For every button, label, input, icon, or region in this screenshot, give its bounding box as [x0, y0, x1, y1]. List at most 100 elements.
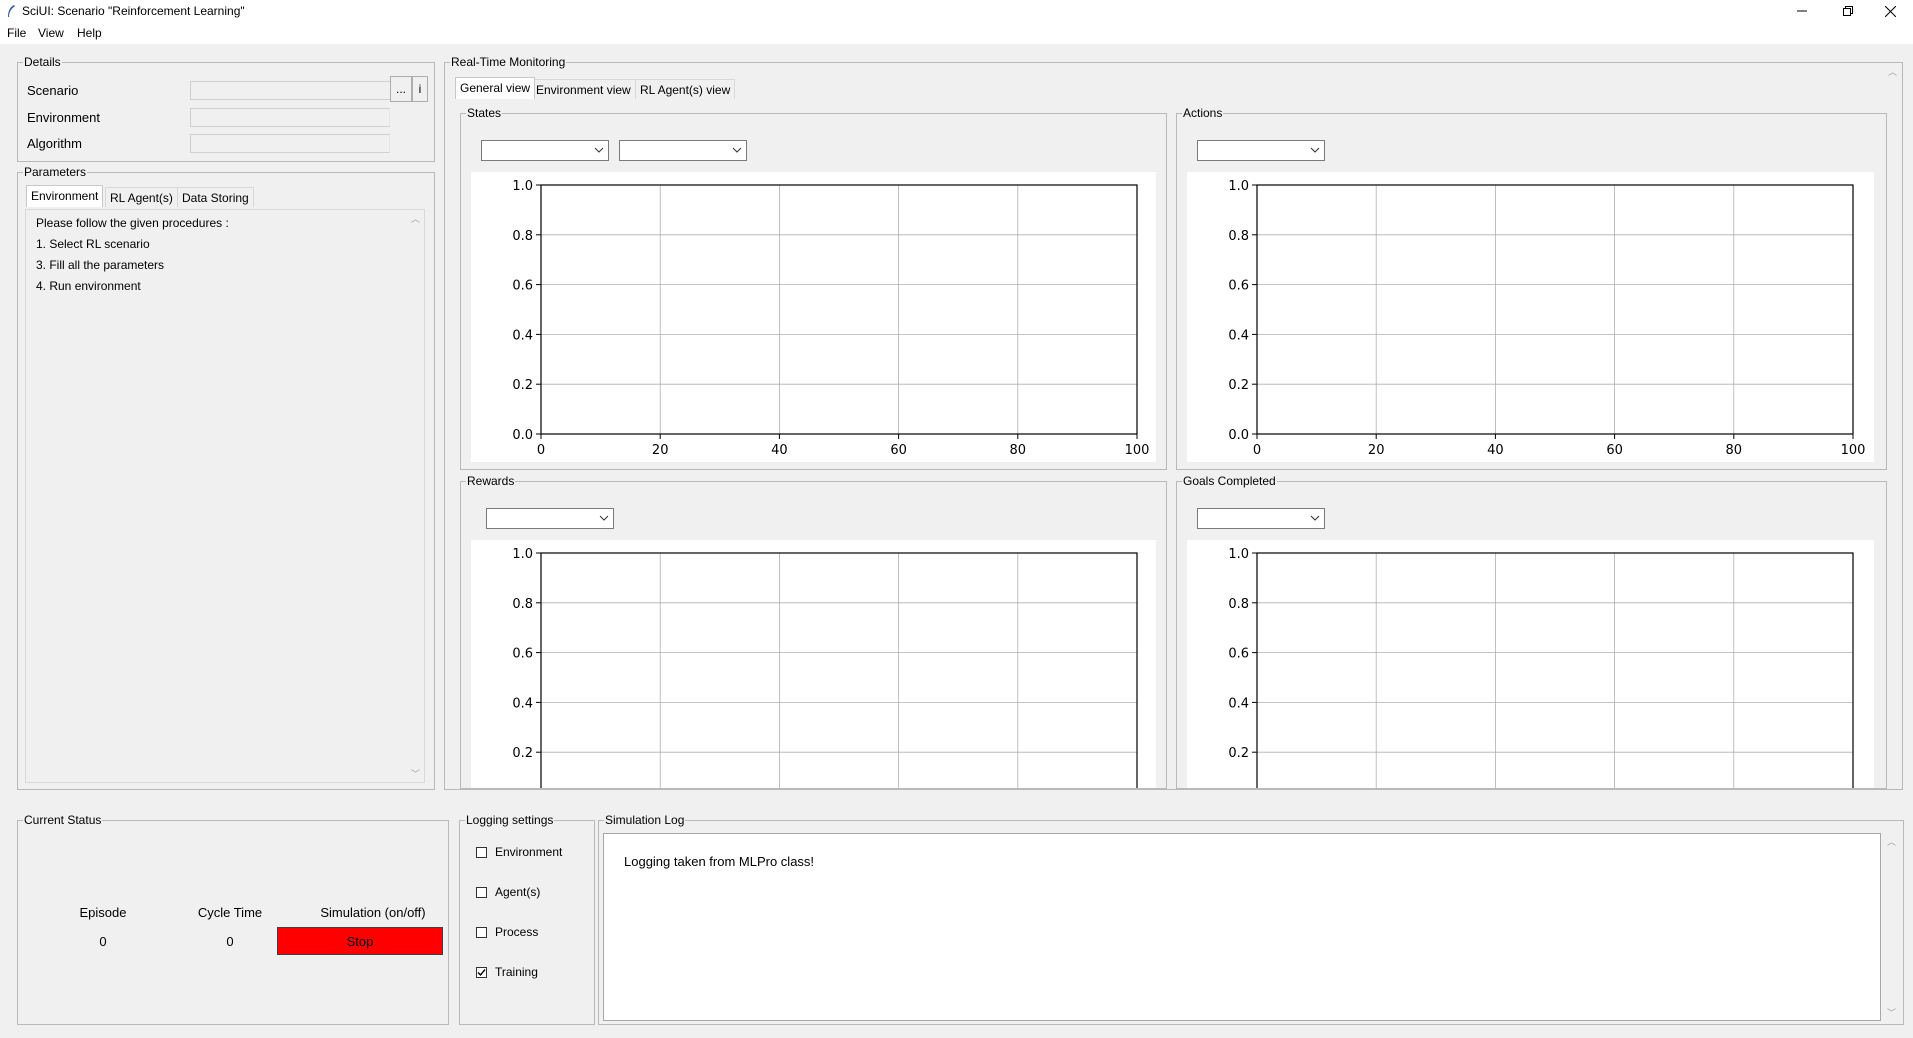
y-tick-label: 0.8: [512, 597, 533, 612]
goals-select[interactable]: [1197, 508, 1325, 529]
scroll-up-icon[interactable]: ︿: [1883, 833, 1900, 850]
menu-help[interactable]: Help: [77, 26, 102, 40]
scenario-label: Scenario: [27, 83, 79, 98]
goals-panel: Goals Completed 0.2 0.4 0.6 0.8 1.0: [1176, 474, 1887, 789]
simlog-group: Simulation Log Logging taken from MLPro …: [598, 813, 1904, 1025]
log-agents-checkbox[interactable]: Agent(s): [476, 885, 540, 899]
restore-button[interactable]: [1825, 0, 1871, 22]
parameters-tabbar: Environment RL Agent(s) Data Storing: [26, 185, 426, 209]
menu-file[interactable]: File: [7, 26, 26, 40]
cycle-time-value: 0: [226, 934, 234, 949]
plot-frame: [1256, 552, 1854, 788]
y-tick-label: 0.6: [512, 647, 533, 662]
y-tick-label: 0.2: [512, 378, 533, 393]
plot-frame: [540, 184, 1138, 435]
actions-select[interactable]: [1197, 140, 1325, 161]
tab-environment[interactable]: Environment: [26, 185, 104, 207]
scroll-down-icon[interactable]: ﹀: [407, 765, 424, 782]
log-process-checkbox[interactable]: Process: [476, 925, 538, 939]
states-select-1[interactable]: [481, 140, 609, 161]
y-tick-label: 1.0: [1228, 179, 1249, 194]
rewards-panel: Rewards 0.2 0.4 0.6 0.8 1.0: [460, 474, 1167, 789]
scroll-down-icon[interactable]: ﹀: [1883, 1004, 1900, 1021]
checkbox-label: Agent(s): [495, 885, 541, 899]
parameters-scrollbar[interactable]: ︿ ﹀: [407, 210, 424, 782]
minimize-icon: [1797, 10, 1807, 12]
x-tick-label: 100: [1841, 443, 1866, 458]
y-tick-label: 0.4: [512, 328, 533, 343]
x-tick-label: 100: [1125, 443, 1150, 458]
actions-plot: 0.0 0.2 0.4 0.6 0.8 1.0 0 20 40 60 80 100: [1187, 172, 1874, 462]
checkbox-box[interactable]: [476, 846, 487, 858]
log-training-checkbox[interactable]: Training: [476, 965, 538, 979]
scenario-field[interactable]: [190, 81, 408, 100]
checkbox-box[interactable]: [476, 966, 487, 978]
plot-frame: [1256, 184, 1854, 435]
checkbox-box[interactable]: [476, 886, 487, 898]
environment-field[interactable]: [190, 108, 390, 127]
logging-group: Logging settings Environment Agent(s) Pr…: [459, 813, 595, 1025]
restore-icon: [1843, 6, 1853, 16]
simulation-log[interactable]: Logging taken from MLPro class!: [603, 833, 1881, 1021]
states-title: States: [466, 106, 503, 120]
log-environment-checkbox[interactable]: Environment: [476, 845, 562, 859]
y-tick-label: 0.0: [512, 428, 533, 443]
y-tick-label: 0.4: [512, 696, 533, 711]
states-plot: 0.0 0.2 0.4 0.6 0.8 1.0 0 20 40 60 80 100: [471, 172, 1156, 462]
browse-button[interactable]: ...: [390, 76, 412, 102]
stop-button[interactable]: Stop: [277, 927, 443, 955]
x-tick-label: 40: [771, 443, 788, 458]
algorithm-field[interactable]: [190, 134, 390, 153]
y-tick-label: 1.0: [512, 547, 533, 562]
x-tick-label: 80: [1010, 443, 1027, 458]
states-panel: States 0.0 0.2 0.4 0.6 0.8 1.0 0 20 40 60 80 100: [460, 106, 1167, 470]
status-title: Current Status: [23, 813, 103, 827]
x-tick-label: 20: [652, 443, 669, 458]
x-tick-label: 40: [1487, 443, 1504, 458]
info-button[interactable]: i: [412, 76, 428, 102]
tab-rl-agents[interactable]: RL Agent(s): [105, 187, 178, 207]
instruction-line: Please follow the given procedures :: [36, 216, 229, 230]
minimize-button[interactable]: [1779, 0, 1825, 22]
tab-environment-view[interactable]: Environment view: [531, 79, 636, 99]
x-tick-label: 20: [1368, 443, 1385, 458]
goals-plot: 0.2 0.4 0.6 0.8 1.0: [1187, 540, 1874, 788]
y-tick-label: 0.6: [1228, 279, 1249, 294]
checkbox-label: Environment: [495, 845, 563, 859]
x-tick-label: 0: [1253, 443, 1261, 458]
checkbox-box[interactable]: [476, 926, 487, 938]
checkmark-icon: [477, 968, 486, 976]
instruction-line: 4. Run environment: [36, 279, 141, 293]
scroll-up-icon[interactable]: ︿: [407, 210, 424, 227]
goals-title: Goals Completed: [1182, 474, 1277, 488]
close-button[interactable]: [1867, 0, 1913, 22]
status-group: Current Status Episode Cycle Time Simula…: [17, 813, 449, 1025]
tab-rl-agents-view[interactable]: RL Agent(s) view: [635, 79, 736, 99]
simlog-title: Simulation Log: [604, 813, 686, 827]
chevron-down-icon: [1309, 512, 1321, 524]
checkbox-label: Process: [495, 925, 539, 939]
tab-data-storing[interactable]: Data Storing: [177, 187, 254, 207]
x-tick-label: 0: [537, 443, 545, 458]
chevron-down-icon: [598, 512, 610, 524]
instruction-line: 1. Select RL scenario: [36, 237, 150, 251]
parameters-text-panel[interactable]: Please follow the given procedures : 1. …: [25, 209, 425, 783]
chevron-down-icon: [731, 144, 743, 156]
instruction-line: 3. Fill all the parameters: [36, 258, 165, 272]
plot-frame: [540, 552, 1138, 788]
plot-svg: 0.0 0.2 0.4 0.6 0.8 1.0 0 20 40 60 80 100: [512, 179, 1150, 458]
menu-view[interactable]: View: [38, 26, 64, 40]
chevron-down-icon: [593, 144, 605, 156]
title-bar: SciUI: Scenario "Reinforcement Learning": [0, 0, 1913, 22]
log-scrollbar[interactable]: ︿ ﹀: [1883, 833, 1900, 1021]
cycle-time-label: Cycle Time: [197, 905, 263, 920]
y-tick-label: 1.0: [512, 179, 533, 194]
scroll-up-icon[interactable]: ︿: [1884, 63, 1901, 80]
tab-general-view[interactable]: General view: [455, 77, 536, 99]
checkbox-label: Training: [495, 965, 538, 979]
x-tick-label: 60: [890, 443, 907, 458]
states-select-2[interactable]: [619, 140, 747, 161]
rewards-select[interactable]: [486, 508, 614, 529]
parameters-group: Parameters Environment RL Agent(s) Data …: [17, 165, 435, 790]
log-line: Logging taken from MLPro class!: [624, 854, 815, 869]
